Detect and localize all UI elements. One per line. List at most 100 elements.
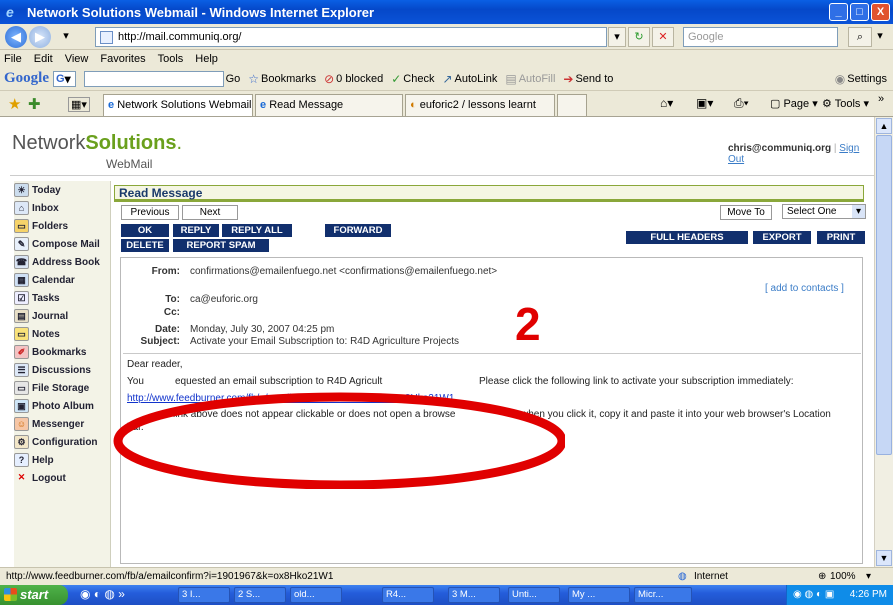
menu-help[interactable]: Help	[195, 53, 218, 65]
nav-notes[interactable]: ▭ Notes	[14, 325, 111, 343]
send-to-button[interactable]: ➔ Send to	[563, 72, 613, 86]
tab-read-message[interactable]: e Read Message	[255, 94, 403, 116]
tray-icons[interactable]: ◉ ◍ ◐ ▣	[787, 589, 834, 600]
full-headers-button[interactable]: FULL HEADERS	[626, 231, 748, 244]
start-button[interactable]: start	[0, 585, 68, 605]
date-label: Date:	[154, 324, 180, 335]
search-dropdown-icon[interactable]: ▾	[872, 27, 888, 47]
tab-euforic2[interactable]: ◐ euforic2 / lessons learnt	[405, 94, 555, 116]
search-icon[interactable]: ⌕	[848, 27, 872, 47]
menu-bar: File Edit View Favorites Tools Help	[0, 50, 893, 67]
taskbar-item[interactable]: My ...	[568, 587, 630, 603]
tools-menu[interactable]: ⚙ Tools ▾	[822, 97, 869, 110]
reply-button[interactable]: REPLY	[173, 224, 219, 237]
page-menu[interactable]: ▢ Page ▾	[770, 97, 818, 110]
nav-inbox[interactable]: ⌂ Inbox	[14, 199, 111, 217]
taskbar-item[interactable]: 2 S...	[234, 587, 286, 603]
taskbar-item[interactable]: R4...	[382, 587, 434, 603]
taskbar-item[interactable]: old...	[290, 587, 342, 603]
ok-button[interactable]: OK	[121, 224, 169, 237]
report-spam-button[interactable]: REPORT SPAM	[173, 239, 269, 252]
previous-button[interactable]: Previous	[121, 205, 179, 220]
close-button[interactable]: X	[871, 3, 890, 21]
menu-tools[interactable]: Tools	[158, 53, 184, 65]
nav-help[interactable]: ? Help	[14, 451, 111, 469]
taskbar-item[interactable]: Micr...	[634, 587, 692, 603]
print-icon[interactable]: ⎙▾	[734, 96, 749, 111]
autofill-button[interactable]: ▤ AutoFill	[505, 72, 555, 86]
cc-label: Cc:	[163, 307, 180, 318]
taskbar-item[interactable]: 3 I...	[178, 587, 230, 603]
popup-blocker-button[interactable]: ⊘ 0 blocked	[324, 72, 383, 86]
quick-tabs-icon[interactable]: ▦▾	[68, 97, 90, 112]
taskbar-item[interactable]: Unti...	[508, 587, 560, 603]
print-button[interactable]: PRINT	[817, 231, 865, 244]
google-query-field[interactable]	[83, 70, 224, 87]
blocked-label: 0 blocked	[336, 72, 384, 85]
scroll-down-icon[interactable]: ▼	[876, 550, 892, 566]
forward-nav-button[interactable]: ▶	[29, 26, 51, 48]
nav-address-book[interactable]: ☎ Address Book	[14, 253, 111, 271]
tab-label: Read Message	[269, 99, 344, 111]
scroll-up-icon[interactable]: ▲	[876, 118, 892, 134]
favorites-star-icon[interactable]: ★	[8, 95, 21, 113]
page-scrollbar[interactable]: ▲ ▼	[874, 117, 893, 567]
nav-compose-mail[interactable]: ✎ Compose Mail	[14, 235, 111, 253]
google-go-button[interactable]: Go	[226, 73, 241, 85]
move-to-button[interactable]: Move To	[720, 205, 772, 220]
address-dropdown-icon[interactable]: ▾	[608, 27, 626, 47]
google-bookmarks-button[interactable]: ☆ Bookmarks	[248, 72, 316, 86]
new-tab-button[interactable]	[557, 94, 587, 116]
nav-configuration[interactable]: ⚙ Configuration	[14, 433, 111, 451]
nav-calendar[interactable]: ▦ Calendar	[14, 271, 111, 289]
nav-label: Inbox	[32, 202, 59, 214]
reply-all-button[interactable]: REPLY ALL	[222, 224, 292, 237]
nav-tasks[interactable]: ☑ Tasks	[14, 289, 111, 307]
window-title: Network Solutions Webmail - Windows Inte…	[27, 4, 375, 20]
next-button[interactable]: Next	[182, 205, 238, 220]
nav-discussions[interactable]: ☰ Discussions	[14, 361, 111, 379]
add-to-contacts-link[interactable]: [ add to contacts ]	[765, 283, 844, 294]
menu-edit[interactable]: Edit	[34, 53, 53, 65]
zoom-level[interactable]: 100%	[830, 568, 856, 585]
nav-messenger[interactable]: ☺ Messenger	[14, 415, 111, 433]
menu-file[interactable]: File	[4, 53, 22, 65]
quick-launch-icons[interactable]: ◉ ◐ ◍ »	[80, 587, 125, 601]
nav-file-storage[interactable]: ▭ File Storage	[14, 379, 111, 397]
settings-button[interactable]: ◉ Settings	[835, 72, 887, 86]
address-input[interactable]: http://mail.communiq.org/	[95, 27, 607, 47]
spell-check-button[interactable]: ✓ Check	[391, 72, 434, 86]
nav-photo-album[interactable]: ▣ Photo Album	[14, 397, 111, 415]
history-dropdown-icon[interactable]: ▾	[58, 27, 74, 47]
maximize-button[interactable]: □	[850, 3, 869, 21]
stop-icon[interactable]: ✕	[652, 27, 674, 47]
nav-journal[interactable]: ▤ Journal	[14, 307, 111, 325]
delete-button[interactable]: DELETE	[121, 239, 169, 252]
forward-button[interactable]: FORWARD	[325, 224, 391, 237]
move-to-select[interactable]: Select One ▾	[782, 204, 866, 219]
go-label: Go	[225, 72, 241, 85]
nav-today[interactable]: ☀ Today	[14, 181, 111, 199]
nav-folders[interactable]: ▭ Folders	[14, 217, 111, 235]
autolink-button[interactable]: ↗ AutoLink	[442, 72, 497, 86]
minimize-button[interactable]: _	[829, 3, 848, 21]
home-icon[interactable]: ⌂▾	[660, 96, 673, 110]
search-input[interactable]: Google	[683, 27, 838, 47]
nav-logout[interactable]: ✕ Logout	[14, 469, 111, 487]
back-button[interactable]: ◀	[5, 26, 27, 48]
taskbar-item[interactable]: 3 M...	[448, 587, 500, 603]
zoom-dropdown-icon[interactable]: ▾	[866, 568, 871, 585]
nav-label: Journal	[32, 310, 69, 322]
menu-favorites[interactable]: Favorites	[100, 53, 145, 65]
refresh-icon[interactable]: ↻	[628, 27, 650, 47]
google-search-box[interactable]: G ▾	[53, 70, 76, 87]
export-button[interactable]: EXPORT	[753, 231, 811, 244]
menu-view[interactable]: View	[65, 53, 89, 65]
tab-network-solutions-webmail[interactable]: e Network Solutions Webmail ✕	[103, 94, 253, 116]
page-icon	[100, 31, 113, 44]
nav-bookmarks[interactable]: ✐ Bookmarks	[14, 343, 111, 361]
chevron-right-icon[interactable]: »	[878, 93, 884, 105]
feeds-icon[interactable]: ▣▾	[696, 96, 713, 110]
add-favorites-icon[interactable]: ✚	[28, 95, 41, 113]
scrollbar-thumb[interactable]	[876, 135, 892, 455]
